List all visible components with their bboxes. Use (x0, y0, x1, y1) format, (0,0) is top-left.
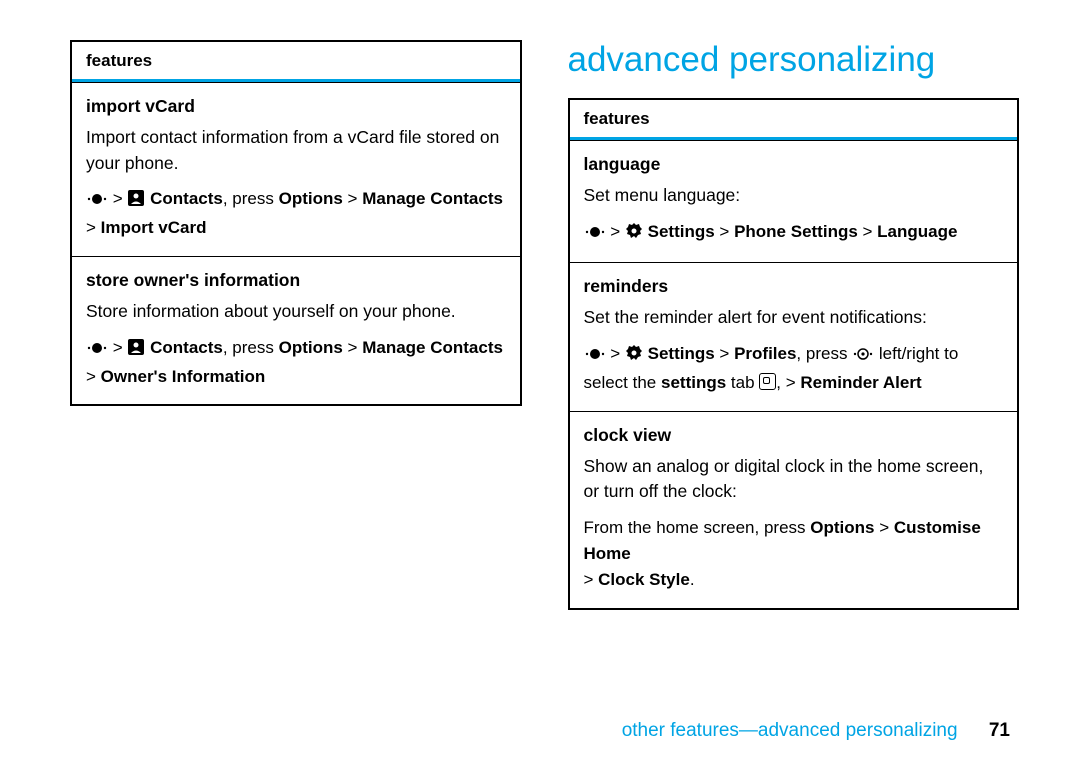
table-row: import vCard Import contact information … (72, 82, 520, 256)
sep: > (86, 218, 101, 237)
right-feature-table: features language Set menu language: > S… (568, 98, 1020, 610)
nav-text: Settings (648, 344, 715, 363)
nav-text: Phone Settings (734, 222, 858, 241)
nav-text: Contacts (150, 338, 223, 357)
center-key-icon (86, 189, 108, 215)
row-description: Set the reminder alert for event notific… (584, 305, 1004, 330)
nav-text: Reminder Alert (800, 373, 921, 392)
row-description: Import contact information from a vCard … (86, 125, 506, 176)
page-footer: other features—advanced personalizing 71 (622, 720, 1010, 742)
row-title: language (584, 152, 1004, 177)
nav-text: Settings (648, 222, 715, 241)
nav-text: settings (661, 373, 726, 392)
nav-text: Clock Style (598, 570, 690, 589)
row-title: reminders (584, 274, 1004, 299)
sep: > (610, 222, 625, 241)
nav-text: tab (726, 373, 759, 392)
nav-text: Options (810, 518, 874, 537)
nav-path: > Settings > Phone Settings > Language (584, 219, 1004, 248)
left-feature-table: features import vCard Import contact inf… (70, 40, 522, 406)
manual-page: features import vCard Import contact inf… (0, 0, 1080, 766)
row-description: Store information about yourself on your… (86, 299, 506, 324)
sep: > (343, 338, 362, 357)
sep: > (343, 189, 362, 208)
nav-text: Owner's Information (101, 367, 266, 386)
contacts-icon (127, 189, 145, 215)
center-key-icon (584, 222, 606, 248)
sep: > (786, 373, 801, 392)
table-row: reminders Set the reminder alert for eve… (570, 262, 1018, 410)
sep: > (113, 338, 128, 357)
nav-text: . (690, 570, 695, 589)
nav-text: , (776, 373, 785, 392)
sep: > (715, 344, 734, 363)
nav-text: Profiles (734, 344, 796, 363)
center-key-icon (86, 338, 108, 364)
row-title: clock view (584, 423, 1004, 448)
two-column-layout: features import vCard Import contact inf… (70, 40, 1015, 610)
table-header: features (570, 100, 1018, 140)
nav-text: , press (223, 338, 279, 357)
left-column: features import vCard Import contact inf… (70, 40, 518, 610)
footer-text: other features—advanced personalizing (622, 720, 958, 741)
nav-text: , press (223, 189, 279, 208)
sep: > (610, 344, 625, 363)
sep: > (584, 570, 599, 589)
row-description: Set menu language: (584, 183, 1004, 208)
nav-text: Import vCard (101, 218, 207, 237)
nav-key-icon (852, 344, 874, 370)
sep: > (858, 222, 877, 241)
table-row: language Set menu language: > Settings >… (570, 140, 1018, 262)
table-row: store owner's information Store informat… (72, 256, 520, 404)
nav-path: > Contacts, press Options > Manage Conta… (86, 335, 506, 391)
row-title: import vCard (86, 94, 506, 119)
row-description: Show an analog or digital clock in the h… (584, 454, 1004, 505)
contacts-icon (127, 338, 145, 364)
nav-text: Manage Contacts (362, 338, 503, 357)
nav-path: > Contacts, press Options > Manage Conta… (86, 186, 506, 242)
nav-text: Options (279, 189, 343, 208)
section-heading: advanced personalizing (568, 40, 1016, 80)
sep: > (874, 518, 893, 537)
nav-path: > Settings > Profiles, press left/right … (584, 341, 1004, 397)
page-number: 71 (989, 720, 1010, 741)
table-header: features (72, 42, 520, 82)
row-title: store owner's information (86, 268, 506, 293)
tab-glyph-icon (759, 373, 776, 390)
nav-text: Manage Contacts (362, 189, 503, 208)
sep: > (715, 222, 734, 241)
nav-text: Language (877, 222, 957, 241)
nav-text: Contacts (150, 189, 223, 208)
nav-text: From the home screen, press (584, 518, 811, 537)
right-column: advanced personalizing features language… (568, 40, 1016, 610)
center-key-icon (584, 344, 606, 370)
sep: > (113, 189, 128, 208)
sep: > (86, 367, 101, 386)
settings-icon (625, 222, 643, 248)
table-row: clock view Show an analog or digital clo… (570, 411, 1018, 608)
nav-path: From the home screen, press Options > Cu… (584, 515, 1004, 594)
nav-text: , press (796, 344, 852, 363)
nav-text: Options (279, 338, 343, 357)
settings-icon (625, 344, 643, 370)
